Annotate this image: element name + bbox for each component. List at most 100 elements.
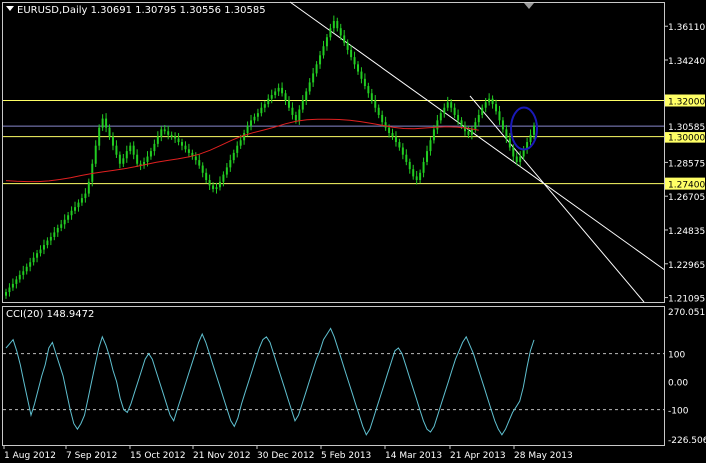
candle-body [49,236,52,241]
candle-body [453,107,456,115]
candle-body [125,151,128,159]
candle-body [56,227,59,233]
candle-body [322,46,325,56]
candle-body [8,287,11,293]
candle-body [301,100,304,110]
chart-svg: 1.36110 1.34240 1.32000 1.305851.30000 1.285… [2,1,706,461]
candle-body [177,138,180,143]
candle-body [274,91,277,96]
candle-body [11,283,14,288]
candle-body [215,187,218,190]
candle-body [336,20,339,29]
candle-body [357,64,359,72]
candle-body [470,129,473,135]
candle-body [498,111,501,121]
price-axis-label: 1.28575 [668,159,705,169]
time-axis-label: 21 Nov 2012 [193,451,251,461]
candle-body [508,138,511,148]
candle-body [232,152,235,161]
candle-body [267,98,270,105]
price-axis-label: 1.22965 [668,261,705,271]
candle-body [149,151,152,157]
candle-body [419,172,422,181]
candle-body [281,87,284,94]
candle-body [384,122,387,128]
candle-body [457,114,460,121]
candle-body [381,114,384,123]
candle-body [122,158,125,164]
candle-body [201,165,204,173]
candle-body [174,136,177,139]
candle-body [370,93,373,101]
candle-body [22,271,25,275]
cci-line [5,327,535,436]
candle-body [429,140,432,152]
candle-body [87,181,90,194]
candle-body [184,145,187,150]
candle-body [32,257,35,263]
candle-body [501,120,504,130]
candle-body [253,116,256,121]
candle-body [325,37,328,47]
candle-body [115,145,118,155]
candle-body [39,249,42,254]
candle-body [319,55,322,65]
candle-body [519,156,522,162]
cci-axis-label: 100 [668,351,685,361]
candle-body [491,98,494,105]
candle-body [63,219,66,225]
candle-body [329,28,332,38]
candle-body [132,145,135,155]
candle-body [412,169,415,177]
collapse-triangle-icon [6,6,14,11]
candle-body [450,102,453,108]
cci-title: CCI(20) 148.9472 [6,309,94,320]
candle-body [29,262,32,267]
main-chart-frame [2,2,665,303]
candle-body [46,240,49,246]
candle-body [374,100,377,108]
candle-body [446,102,449,108]
candle-body [218,181,221,188]
candle-body [294,114,297,121]
candle-body [391,133,394,137]
candle-body [432,129,435,141]
candle-body [308,82,311,92]
candle-body [377,107,380,115]
level-label: 1.32000 [668,97,705,107]
candle-body [529,134,532,143]
candle-body [156,136,159,144]
candle-body [67,215,70,220]
candle-body [236,145,239,153]
candle-body [284,93,287,101]
candle-body [263,104,266,108]
candle-body [495,104,498,112]
candle-body [163,129,166,132]
candle-body [208,180,211,186]
candle-body [343,35,346,43]
candle-body [246,125,249,134]
candle-body [505,129,508,139]
candle-body [533,125,535,135]
time-axis-label: 28 May 2013 [514,451,573,461]
chart-header: EURUSD,Daily 1.30691 1.30795 1.30556 1.3… [17,5,266,16]
price-axis-label: 1.34240 [668,57,705,67]
candle-body [181,142,183,146]
candle-body [426,151,429,162]
cci-axis-label: 0.00 [668,379,688,389]
candle-body [401,147,404,155]
candle-body [15,279,18,284]
candle-body [118,154,121,164]
candle-body [5,292,7,296]
candle-body [287,100,290,108]
candle-body [363,78,366,87]
candle-body [205,172,208,181]
candle-body [260,107,263,114]
candle-body [443,107,446,114]
candle-body [305,91,308,101]
candle-body [312,73,315,83]
candle-body [212,185,215,190]
candle-body [194,156,197,161]
candle-body [346,42,349,50]
candle-body [167,131,170,135]
